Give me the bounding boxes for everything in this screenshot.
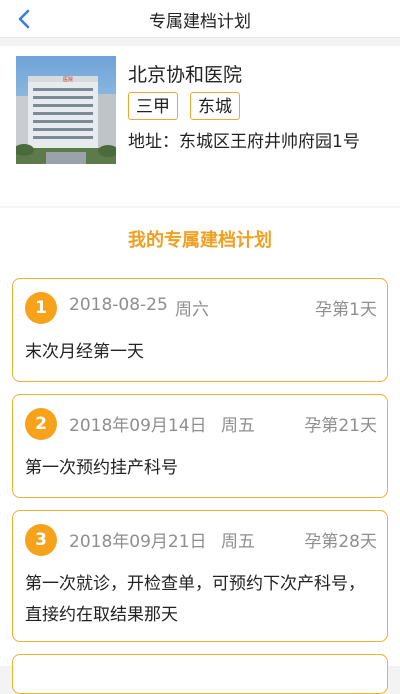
step-weekday: 周五 bbox=[221, 532, 255, 552]
plan-step-card[interactable]: 3 2018年09月21日 周五 孕第28天 第一次就诊，开检查单，可预约下次产… bbox=[12, 510, 388, 642]
step-date: 2018年09月14日 bbox=[69, 416, 207, 436]
step-description: 第一次预约挂产科号 bbox=[25, 458, 178, 478]
hospital-district-tag: 东城 bbox=[190, 92, 240, 120]
page-title: 专属建档计划 bbox=[149, 12, 251, 32]
step-description: 第一次就诊，开检查单，可预约下次产科号，直接约在取结果那天 bbox=[25, 574, 365, 625]
plan-heading: 我的专属建档计划 bbox=[128, 230, 272, 251]
step-pregnancy-day: 孕第21天 bbox=[304, 416, 377, 436]
step-number-badge: 1 bbox=[25, 292, 57, 324]
hospital-photo: 医院 bbox=[16, 56, 116, 164]
hospital-level-tag: 三甲 bbox=[128, 92, 178, 120]
plan-step-card[interactable]: 2 2018年09月14日 周五 孕第21天 第一次预约挂产科号 bbox=[12, 394, 388, 498]
hospital-address: 地址：东城区王府井帅府园1号 bbox=[128, 132, 360, 152]
plan-section: 我的专属建档计划 1 2018-08-25 周六 孕第1天 末次月经第一天 2 … bbox=[0, 208, 400, 694]
step-number-badge: 3 bbox=[25, 524, 57, 556]
hospital-card[interactable]: 医院 北京协和医院 三甲 东城 地址：东城区王府井帅府园1号 bbox=[0, 46, 400, 206]
step-pregnancy-day: 孕第1天 bbox=[315, 300, 377, 320]
step-weekday: 周六 bbox=[175, 300, 209, 320]
plan-step-card[interactable]: 1 2018-08-25 周六 孕第1天 末次月经第一天 bbox=[12, 278, 388, 382]
svg-text:医院: 医院 bbox=[63, 76, 73, 83]
step-description: 末次月经第一天 bbox=[25, 342, 144, 362]
step-pregnancy-day: 孕第28天 bbox=[304, 532, 377, 552]
plan-step-card-partial[interactable] bbox=[12, 654, 388, 694]
step-date: 2018-08-25 bbox=[69, 295, 168, 315]
hospital-name: 北京协和医院 bbox=[128, 64, 243, 86]
step-date: 2018年09月21日 bbox=[69, 532, 207, 552]
step-number-badge: 2 bbox=[25, 408, 57, 440]
top-nav-bar: 专属建档计划 bbox=[0, 0, 400, 38]
step-weekday: 周五 bbox=[221, 416, 255, 436]
